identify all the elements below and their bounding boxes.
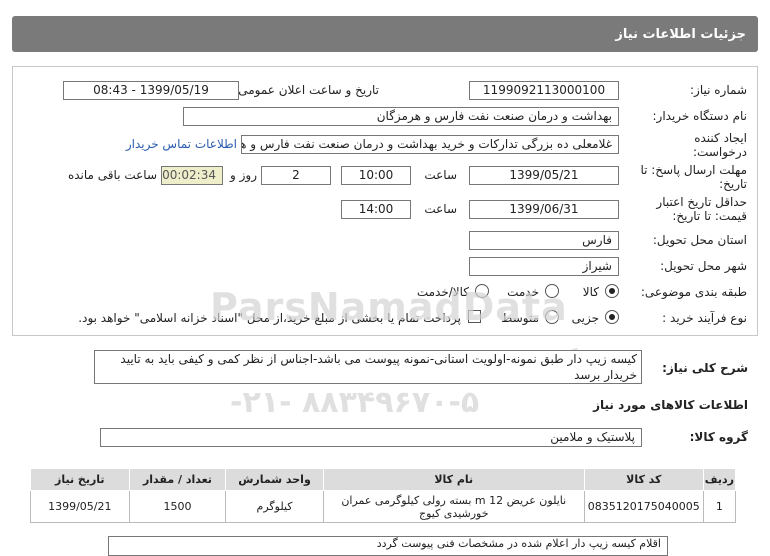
deadline-date-field: 1399/05/21 [469,166,619,185]
days-label: روز و [230,168,257,182]
page-title: جزئیات اطلاعات نیاز [615,26,746,42]
category-label: طبقه بندی موضوعی: [640,285,747,299]
process-option-medium: متوسط [501,311,539,325]
buyer-org-field: بهداشت و درمان صنعت نفت فارس و هرمزگان [183,107,619,126]
category-option-goods-service: کالا/خدمت [416,285,469,299]
cell-item-name: نایلون عریض 12 m بسته رولی کیلوگرمی عمرا… [322,490,585,523]
buyer-org-label: نام دستگاه خریدار: [652,109,748,123]
treasury-checkbox[interactable] [468,310,481,323]
city-label: شهر محل تحویل: [660,259,747,273]
goods-table-header: ردیف کد کالا نام کالا واحد شمارش تعداد /… [30,468,737,491]
announce-label: تاریخ و ساعت اعلان عمومی: [234,83,379,97]
cell-unit: کیلوگرم [225,490,324,523]
col-item-code: کد کالا [583,468,704,491]
col-row-number: ردیف [702,468,737,491]
validity-date-field: 1399/06/31 [469,200,619,219]
creator-label: ایجاد کننده درخواست: [693,131,747,159]
category-option-service: خدمت [507,285,539,299]
need-number-field: 1199092113000100 [469,81,619,100]
province-label: استان محل تحویل: [652,233,747,247]
deadline-label: مهلت ارسال پاسخ: تا تاریخ: [640,163,747,191]
days-field: 2 [261,166,331,185]
province-field: فارس [469,231,619,250]
process-option-minor: جزیی [571,311,599,325]
category-radio-goods[interactable] [605,284,619,298]
cell-quantity: 1500 [128,490,227,523]
validity-time-field: 14:00 [341,200,411,219]
deadline-time-label: ساعت [424,168,457,182]
page-header: جزئیات اطلاعات نیاز [12,16,758,52]
validity-time-label: ساعت [424,202,457,216]
col-quantity: تعداد / مقدار [128,468,227,491]
category-option-goods: کالا [582,285,599,299]
col-item-name: نام کالا [322,468,585,491]
goods-table: ردیف کد کالا نام کالا واحد شمارش تعداد /… [30,468,737,523]
remaining-label: ساعت باقی مانده [67,168,157,182]
deadline-time-field: 10:00 [341,166,411,185]
watermark-phone: -۲۱- ۸۸۳۴۹۶۷۰-۵ [230,385,480,420]
description-box: کیسه زیپ دار طبق نمونه-اولویت استانی-نمو… [94,350,642,384]
process-label: نوع فرآیند خرید : [662,311,747,325]
payment-note: پرداخت تمام یا بخشی از مبلغ خرید،از محل … [78,311,461,325]
validity-label: حداقل تاریخ اعتبار قیمت: تا تاریخ: [656,195,747,223]
category-radio-service[interactable] [545,284,559,298]
need-number-label: شماره نیاز: [690,83,747,97]
cell-row-number: 1 [702,490,737,523]
cell-need-date: 1399/05/21 [30,490,130,523]
city-field: شیراز [469,257,619,276]
category-radio-goods-service[interactable] [475,284,489,298]
contact-info-link[interactable]: اطلاعات تماس خریدار [126,137,237,151]
col-need-date: تاریخ نیاز [30,468,130,491]
goods-section-title: اطلاعات کالاهای مورد نیاز [593,398,748,412]
goods-group-label: گروه کالا: [689,430,748,444]
creator-field: غلامعلی ده بزرگی تدارکات و خرید بهداشت و… [241,135,619,154]
col-unit: واحد شمارش [225,468,324,491]
cell-item-code: 0835120175040005 [583,490,704,523]
goods-group-field: پلاستیک و ملامین [100,428,642,447]
table-row: 1 0835120175040005 نایلون عریض 12 m بسته… [30,490,737,523]
remaining-timer: 00:02:34 [161,166,223,185]
announce-field: 1399/05/19 - 08:43 [63,81,239,100]
bottom-note-box: اقلام کیسه زیپ دار اعلام شده در مشخصات ف… [108,536,668,556]
process-radio-minor[interactable] [605,310,619,324]
details-panel: شماره نیاز: 1199092113000100 تاریخ و ساع… [12,66,758,336]
process-radio-medium[interactable] [545,310,559,324]
description-label: شرح کلی نیاز: [662,361,748,375]
